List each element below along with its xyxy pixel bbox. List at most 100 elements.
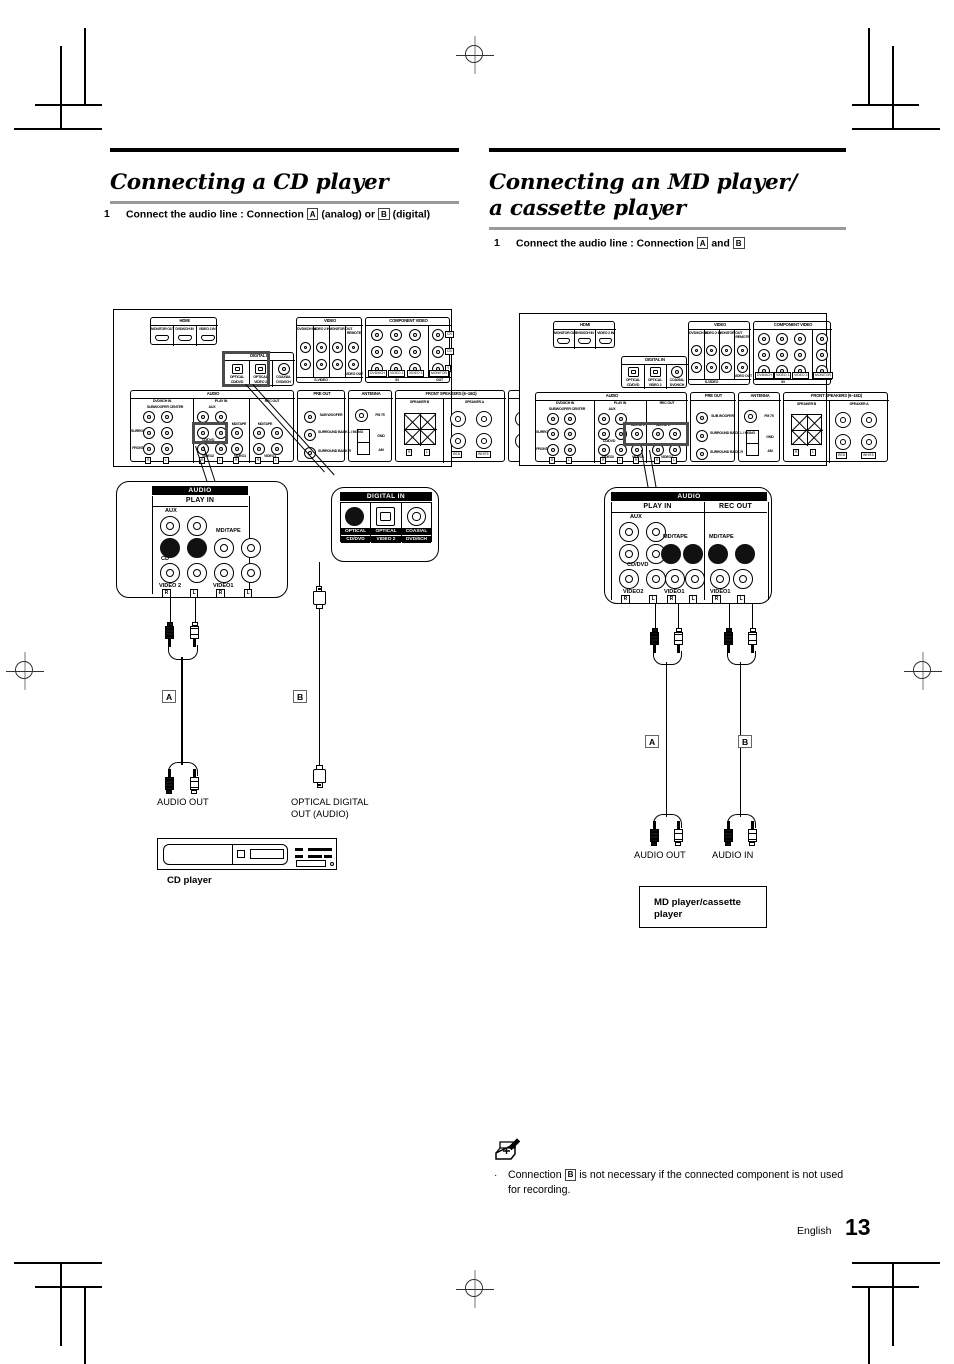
panel-video-col-0: DVD/6CH IN: [297, 327, 316, 331]
callout-cd-label: CD: [161, 556, 170, 562]
speaker-a-binding-post: [861, 412, 877, 428]
callout-aux-jack-l: [187, 516, 207, 536]
connection-tag-b: B: [732, 237, 745, 249]
cable-b-terminal-label: AUDIO IN: [712, 850, 754, 860]
panel-video-title: VIDEO: [323, 318, 337, 323]
callout-video2-jack-r: [619, 569, 639, 589]
channel-label-l: L: [163, 457, 169, 464]
cable-b-terminal-label: OPTICAL DIGITAL OUT (AUDIO): [291, 797, 369, 820]
antenna-am-label: AM: [767, 449, 773, 453]
audio-jack: [143, 427, 155, 439]
registration-mark-right: [904, 652, 942, 690]
registration-mark-left: [6, 652, 44, 690]
panel-hdmi-port-1: DVD/6CH IN: [575, 331, 594, 335]
callout-md-tape-rec-jack-l[interactable]: [735, 544, 755, 564]
panel-video-col-3: REMOTE: [346, 331, 362, 335]
callout-md-tape-play-jack-r[interactable]: [661, 544, 681, 564]
channel-label-l: L: [649, 595, 658, 604]
callout-digital-source-1: VIDEO 2: [371, 536, 401, 543]
cd-display-window: [250, 849, 284, 859]
channel-label-r: R: [633, 457, 640, 464]
callout-cd-jack-l[interactable]: [187, 538, 207, 558]
callout-optical-jack-video2: [376, 507, 395, 526]
callout-digital-source-2: DVD/6CH: [402, 536, 431, 543]
panel-pre-out-group: PRE OUT SUB WOOFER SURROUND BACK L / MON…: [690, 392, 756, 462]
callout-md-tape-play-jack-l[interactable]: [683, 544, 703, 564]
channel-label-l: L: [273, 457, 279, 464]
registration-mark-top: [456, 36, 494, 74]
panel-hdmi-port-0: MONITOR OUT: [151, 327, 175, 331]
rca-plug-red-bottom: [723, 820, 734, 846]
callout-cd-jack-r[interactable]: [160, 538, 180, 558]
panel-audio-title: AUDIO: [206, 391, 220, 396]
callout-digital-type-1: OPTICAL: [371, 528, 401, 535]
panel-audio-md-tape-play: MD/TAPE: [231, 422, 247, 426]
channel-label-l: L: [810, 449, 816, 456]
channel-label-l: L: [671, 457, 677, 464]
audio-cd-highlight-box: [192, 422, 228, 444]
component-jack: [390, 346, 402, 358]
fm-antenna-jack: [744, 410, 757, 423]
cable-tag-a: A: [162, 690, 177, 703]
optical-plug-top: [312, 585, 327, 609]
channel-label-r: R: [654, 457, 661, 464]
callout-aux-jack-r: [160, 516, 180, 536]
pre-out-label-1: SURROUND BACK L / MONO: [710, 431, 756, 435]
optical-jack-cd-dvd: [628, 367, 639, 377]
video-jack: [300, 342, 311, 353]
channel-label-l: L: [217, 457, 223, 464]
callout-video1-jack-l: [241, 563, 261, 583]
left-rear-panel-diagram: HDMI MONITOR OUT DVD/6CH IN VIDEO 2 IN D…: [113, 309, 549, 467]
pre-out-label-2: SURROUND BACK R: [318, 449, 351, 453]
callout-aux-label: AUX: [630, 514, 642, 520]
callout-optical-jack-cd-dvd[interactable]: [345, 507, 364, 526]
pre-out-jack: [304, 411, 316, 423]
right-rear-panel-diagram: HDMI MONITOR OUT DVD/6CH IN VIDEO 2 IN D…: [519, 313, 889, 466]
digital-in-highlight-box: [222, 351, 270, 387]
panel-audio-play-in: PLAY IN: [613, 401, 627, 405]
component-col-0: DVD/6CH: [368, 370, 387, 377]
panel-speakers-title: FRONT SPEAKERS (6~16Ω): [811, 393, 862, 398]
panel-audio-play-in: PLAY IN: [214, 399, 228, 403]
panel-video-col-2: MONITOR OUT: [329, 327, 353, 331]
left-step-1: 1 Connect the audio line : Connection A …: [104, 208, 464, 222]
speaker-white-label: WHITE: [476, 451, 491, 458]
audio-jack: [564, 428, 576, 440]
panel-digital-in-title: DIGITAL IN: [645, 357, 665, 362]
video-jack: [316, 342, 327, 353]
callout-play-in-label: PLAY IN: [643, 503, 672, 510]
panel-digital-source-2: DVD/6CH: [276, 380, 291, 384]
connection-tag-b: B: [377, 208, 390, 220]
panel-hdmi-port-2: VIDEO 2 IN: [597, 331, 614, 335]
cable-a-terminal-label: AUDIO OUT: [157, 797, 209, 807]
pre-out-jack: [696, 412, 708, 424]
coaxial-jack-dvd-6ch: [278, 363, 290, 375]
component-jack: [776, 333, 788, 345]
left-step-number: 1: [104, 209, 110, 220]
panel-hdmi-title: HDMI: [179, 318, 190, 323]
component-col-1: VIDEO 1: [388, 370, 406, 377]
pencil-memo-icon: [494, 1138, 521, 1162]
speaker-a-binding-post: [835, 412, 851, 428]
component-jack: [794, 333, 806, 345]
channel-label-r: R: [712, 595, 721, 604]
antenna-gnd-label: GND: [377, 434, 385, 438]
video-out-jack: [737, 362, 748, 373]
panel-svideo-label: S-VIDEO: [314, 378, 328, 382]
panel-component-out: OUT: [436, 378, 443, 382]
audio-jack: [161, 411, 173, 423]
panel-audio-title: AUDIO: [605, 393, 619, 398]
md-tape-highlight-box: [623, 422, 689, 446]
channel-label-r: R: [145, 457, 152, 464]
panel-antenna-group: ANTENNA FM 75 GND AM: [738, 392, 781, 462]
component-col-3: MONITOR: [813, 372, 833, 379]
cd-control-dash: [295, 855, 303, 858]
hdmi-connector-icon: [578, 338, 591, 344]
speaker-a-label: SPEAKER A: [464, 400, 485, 404]
callout-md-tape-rec-jack-r[interactable]: [708, 544, 728, 564]
panel-component-in: IN: [395, 378, 399, 382]
left-heading-rule: [110, 148, 459, 152]
right-step-text-part1: Connect the audio line : Connection: [516, 238, 694, 250]
svideo-jack: [706, 362, 717, 373]
hdmi-connector-icon: [599, 338, 612, 344]
